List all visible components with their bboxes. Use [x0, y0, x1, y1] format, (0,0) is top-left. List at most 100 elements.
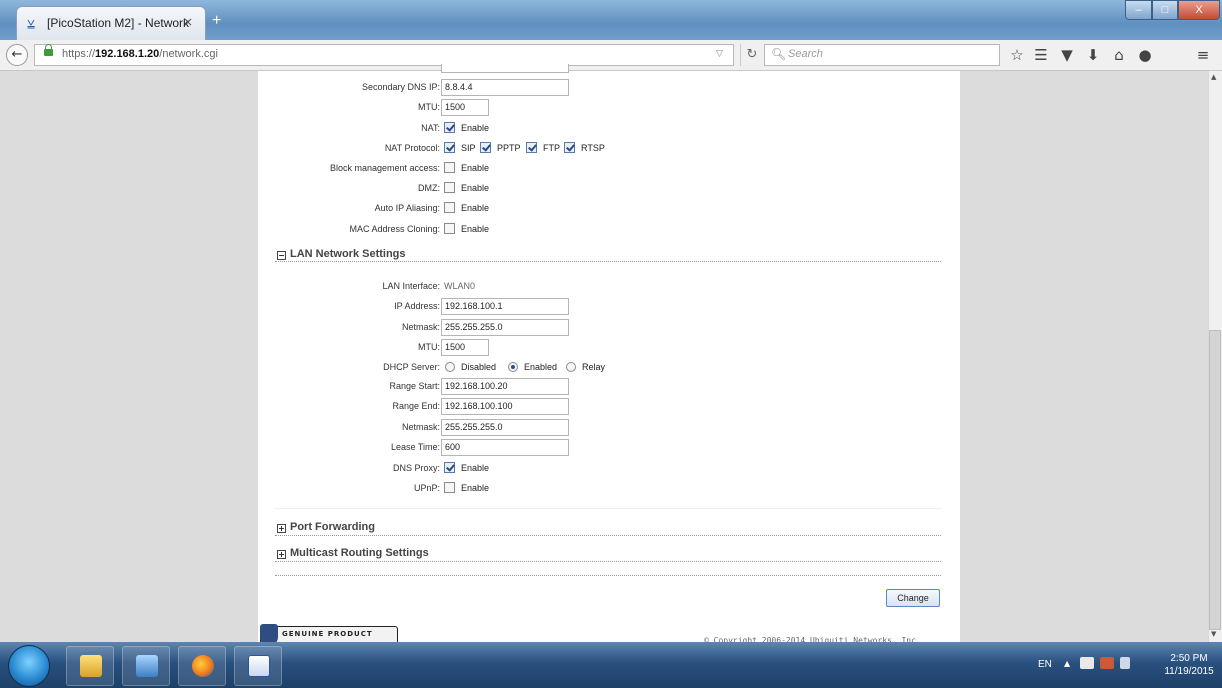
- close-window-button[interactable]: X: [1178, 0, 1220, 20]
- range-end-label: Range End:: [392, 401, 440, 411]
- folder-icon: [80, 655, 102, 677]
- url-dropdown-icon[interactable]: ▽: [716, 49, 723, 59]
- lease-time-label: Lease Time:: [390, 442, 440, 452]
- secondary-dns-input[interactable]: 8.8.4.4: [441, 79, 569, 96]
- url-text[interactable]: https://192.168.1.20/network.cgi: [62, 48, 218, 60]
- lock-icon: [44, 44, 53, 56]
- reading-list-icon[interactable]: ☰: [1032, 46, 1050, 64]
- upnp-checkbox[interactable]: [444, 482, 455, 493]
- nat-pptp-text: PPTP: [497, 143, 521, 153]
- action-center-flag-icon[interactable]: [1080, 657, 1094, 669]
- new-tab-button[interactable]: +: [212, 12, 221, 30]
- secondary-dns-label: Secondary DNS IP:: [361, 82, 440, 92]
- dhcp-enabled-radio[interactable]: [508, 362, 518, 372]
- scroll-down-arrow-icon[interactable]: ▼: [1211, 630, 1216, 638]
- dhcp-netmask-label: Netmask:: [401, 422, 440, 432]
- lan-netmask-input[interactable]: 255.255.255.0: [441, 319, 569, 336]
- dns-proxy-enable-text: Enable: [461, 463, 490, 473]
- reload-icon[interactable]: ↻: [740, 44, 763, 66]
- minimize-button[interactable]: –: [1125, 0, 1152, 20]
- search-icon: 🔍︎: [771, 47, 787, 61]
- change-button[interactable]: Change: [886, 589, 940, 607]
- mac-address-cloning-enable-text: Enable: [461, 224, 490, 234]
- network-icon[interactable]: [1100, 657, 1114, 669]
- block-management-label: Block management access:: [329, 163, 440, 173]
- lan-ip-input[interactable]: 192.168.100.1: [441, 298, 569, 315]
- primary-dns-input-partial[interactable]: [441, 64, 569, 73]
- clock-date: 11/19/2015: [1164, 666, 1214, 677]
- nat-checkbox[interactable]: [444, 122, 455, 133]
- lease-time-input[interactable]: 600: [441, 439, 569, 456]
- volume-icon[interactable]: [1120, 657, 1130, 669]
- port-forwarding-expand-icon[interactable]: +: [277, 524, 286, 533]
- word-document-icon: [248, 655, 270, 677]
- chat-icon[interactable]: ●: [1136, 46, 1154, 64]
- home-icon[interactable]: ⌂: [1110, 46, 1128, 64]
- system-clock[interactable]: 2:50 PM 11/19/2015: [1164, 652, 1214, 678]
- nat-label: NAT:: [421, 123, 440, 133]
- scrollbar-thumb[interactable]: [1209, 330, 1221, 630]
- nat-protocol-label: NAT Protocol:: [384, 143, 440, 153]
- word-taskbar-button[interactable]: [234, 646, 282, 686]
- dmz-checkbox[interactable]: [444, 182, 455, 193]
- nat-rtsp-checkbox[interactable]: [564, 142, 575, 153]
- range-end-input[interactable]: 192.168.100.100: [441, 398, 569, 415]
- nat-enable-text: Enable: [461, 123, 490, 133]
- dhcp-server-label: DHCP Server:: [383, 362, 440, 372]
- lan-interface-value: WLAN0: [444, 281, 476, 291]
- auto-ip-aliasing-label: Auto IP Aliasing:: [374, 203, 440, 213]
- mac-address-cloning-checkbox[interactable]: [444, 223, 455, 234]
- dmz-enable-text: Enable: [461, 183, 490, 193]
- language-indicator[interactable]: EN: [1038, 659, 1052, 670]
- nat-sip-checkbox[interactable]: [444, 142, 455, 153]
- menu-icon[interactable]: ≡: [1194, 46, 1212, 64]
- auto-ip-aliasing-checkbox[interactable]: [444, 202, 455, 213]
- scroll-up-arrow-icon[interactable]: ▲: [1211, 73, 1216, 81]
- rss-favicon-icon: ⩣: [27, 15, 35, 30]
- maximize-button[interactable]: □: [1152, 0, 1178, 20]
- firefox-taskbar-button[interactable]: [178, 646, 226, 686]
- dhcp-relay-radio[interactable]: [566, 362, 576, 372]
- dhcp-netmask-input[interactable]: 255.255.255.0: [441, 419, 569, 436]
- start-button[interactable]: [8, 645, 50, 687]
- dns-proxy-checkbox[interactable]: [444, 462, 455, 473]
- mac-address-cloning-label: MAC Address Cloning:: [349, 224, 440, 234]
- multicast-routing-title[interactable]: Multicast Routing Settings: [290, 547, 429, 559]
- bookmark-star-icon[interactable]: ☆: [1008, 46, 1026, 64]
- multicast-divider: [275, 561, 941, 562]
- upnp-enable-text: Enable: [461, 483, 490, 493]
- lan-interface-label: LAN Interface:: [382, 281, 440, 291]
- dhcp-relay-text: Relay: [582, 362, 606, 372]
- back-arrow-icon[interactable]: ←: [6, 44, 28, 66]
- port-forwarding-divider: [275, 535, 941, 536]
- block-management-checkbox[interactable]: [444, 162, 455, 173]
- nat-pptp-checkbox[interactable]: [480, 142, 491, 153]
- wan-mtu-input[interactable]: 1500: [441, 99, 489, 116]
- dhcp-disabled-radio[interactable]: [445, 362, 455, 372]
- tab-close-icon[interactable]: ×: [183, 15, 193, 29]
- browser-tab[interactable]: ⩣ [PicoStation M2] - Network ×: [16, 6, 206, 40]
- genuine-product-text: GENUINE PRODUCT: [282, 630, 373, 638]
- nat-ftp-checkbox[interactable]: [526, 142, 537, 153]
- nat-sip-text: SIP: [461, 143, 476, 153]
- lan-collapse-icon[interactable]: −: [277, 251, 286, 260]
- control-panel-taskbar-button[interactable]: [122, 646, 170, 686]
- lan-ip-label: IP Address:: [394, 301, 440, 311]
- control-panel-icon: [136, 655, 158, 677]
- range-start-input[interactable]: 192.168.100.20: [441, 378, 569, 395]
- wan-mtu-label: MTU:: [418, 102, 440, 112]
- range-start-label: Range Start:: [389, 381, 440, 391]
- lan-mtu-label: MTU:: [418, 342, 440, 352]
- lan-section-title[interactable]: LAN Network Settings: [290, 248, 406, 260]
- multicast-expand-icon[interactable]: +: [277, 550, 286, 559]
- file-explorer-taskbar-button[interactable]: [66, 646, 114, 686]
- lan-section-divider: [275, 261, 941, 262]
- show-hidden-icons-icon[interactable]: ▲: [1064, 659, 1070, 668]
- dhcp-enabled-text: Enabled: [524, 362, 558, 372]
- lan-mtu-input[interactable]: 1500: [441, 339, 489, 356]
- download-icon[interactable]: ⬇: [1084, 46, 1102, 64]
- port-forwarding-title[interactable]: Port Forwarding: [290, 521, 375, 533]
- dmz-label: DMZ:: [418, 183, 440, 193]
- search-placeholder: Search: [788, 48, 823, 60]
- pocket-icon[interactable]: ▼: [1058, 46, 1076, 64]
